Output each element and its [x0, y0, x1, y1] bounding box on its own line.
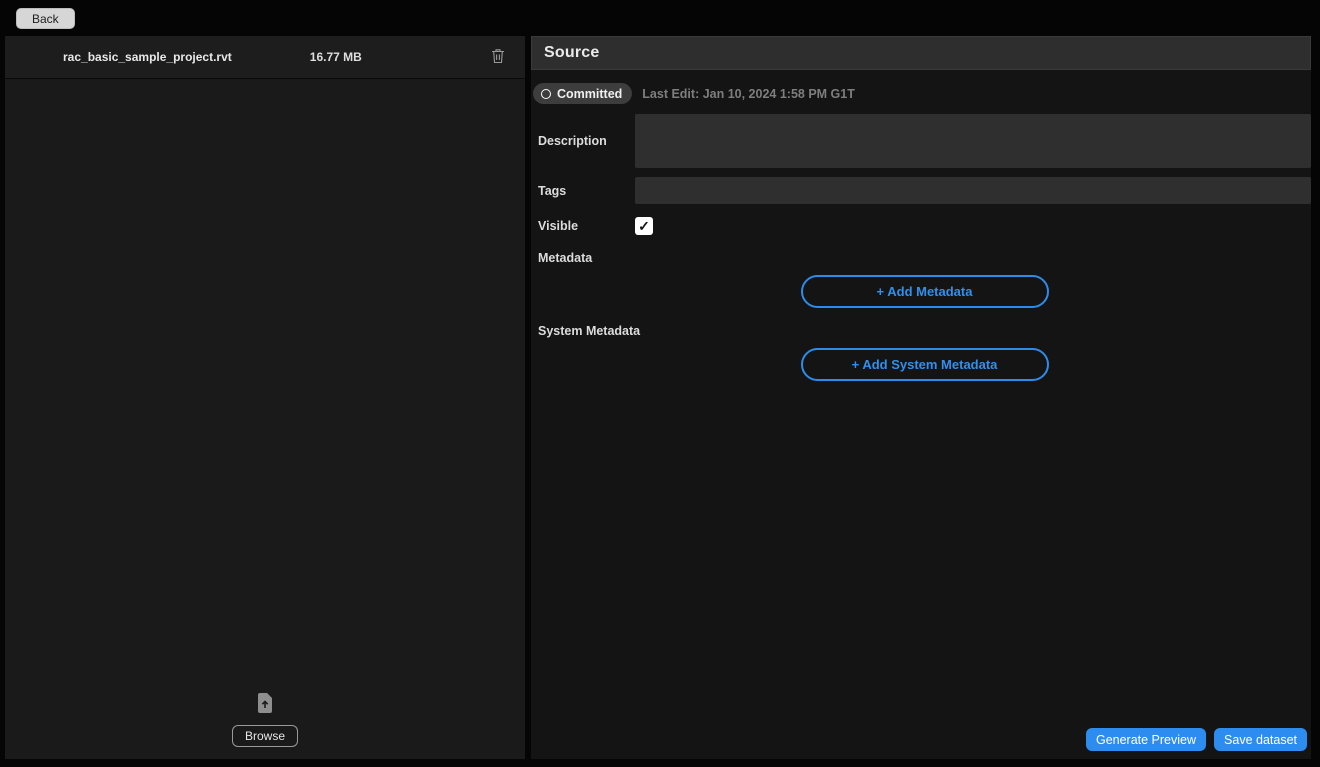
save-dataset-button[interactable]: Save dataset	[1214, 728, 1307, 751]
delete-file-button[interactable]	[491, 48, 505, 67]
system-metadata-row: System Metadata	[538, 324, 1311, 338]
tags-row: Tags	[538, 177, 1311, 204]
file-size: 16.77 MB	[310, 50, 362, 64]
file-name: rac_basic_sample_project.rvt	[63, 50, 232, 64]
add-system-metadata-row: + Add System Metadata	[538, 348, 1311, 381]
file-row[interactable]: rac_basic_sample_project.rvt 16.77 MB	[5, 36, 525, 79]
visible-checkbox[interactable]: ✓	[635, 217, 653, 235]
panel-title: Source	[544, 44, 599, 62]
description-label: Description	[538, 134, 635, 148]
status-circle-icon	[541, 89, 551, 99]
browse-area: Browse	[5, 693, 525, 747]
committed-label: Committed	[557, 87, 622, 101]
add-system-metadata-button[interactable]: + Add System Metadata	[801, 348, 1049, 381]
committed-badge: Committed	[533, 83, 632, 104]
metadata-row: Metadata	[538, 251, 1311, 265]
add-metadata-row: + Add Metadata	[538, 275, 1311, 308]
source-form: Description Tags Visible ✓ Metadata + Ad…	[531, 114, 1311, 381]
metadata-label: Metadata	[538, 251, 592, 265]
last-edit-text: Last Edit: Jan 10, 2024 1:58 PM G1T	[642, 87, 855, 101]
trash-icon	[491, 48, 505, 67]
visible-label: Visible	[538, 219, 635, 233]
app-window: Back rac_basic_sample_project.rvt 16.77 …	[0, 0, 1320, 767]
source-header: Source	[531, 36, 1311, 70]
upload-file-icon	[257, 693, 273, 718]
description-input[interactable]	[635, 114, 1311, 168]
tags-input[interactable]	[635, 177, 1311, 204]
description-row: Description	[538, 114, 1311, 168]
source-panel: Source Committed Last Edit: Jan 10, 2024…	[531, 36, 1311, 759]
checkmark-icon: ✓	[638, 219, 650, 233]
file-list-panel: rac_basic_sample_project.rvt 16.77 MB Br…	[5, 36, 525, 759]
back-button[interactable]: Back	[16, 8, 75, 29]
tags-label: Tags	[538, 184, 635, 198]
generate-preview-button[interactable]: Generate Preview	[1086, 728, 1206, 751]
footer-actions: Generate Preview Save dataset	[1086, 728, 1307, 751]
visible-row: Visible ✓	[538, 217, 1311, 235]
browse-button[interactable]: Browse	[232, 725, 298, 747]
add-metadata-button[interactable]: + Add Metadata	[801, 275, 1049, 308]
status-row: Committed Last Edit: Jan 10, 2024 1:58 P…	[533, 83, 1311, 104]
system-metadata-label: System Metadata	[538, 324, 640, 338]
